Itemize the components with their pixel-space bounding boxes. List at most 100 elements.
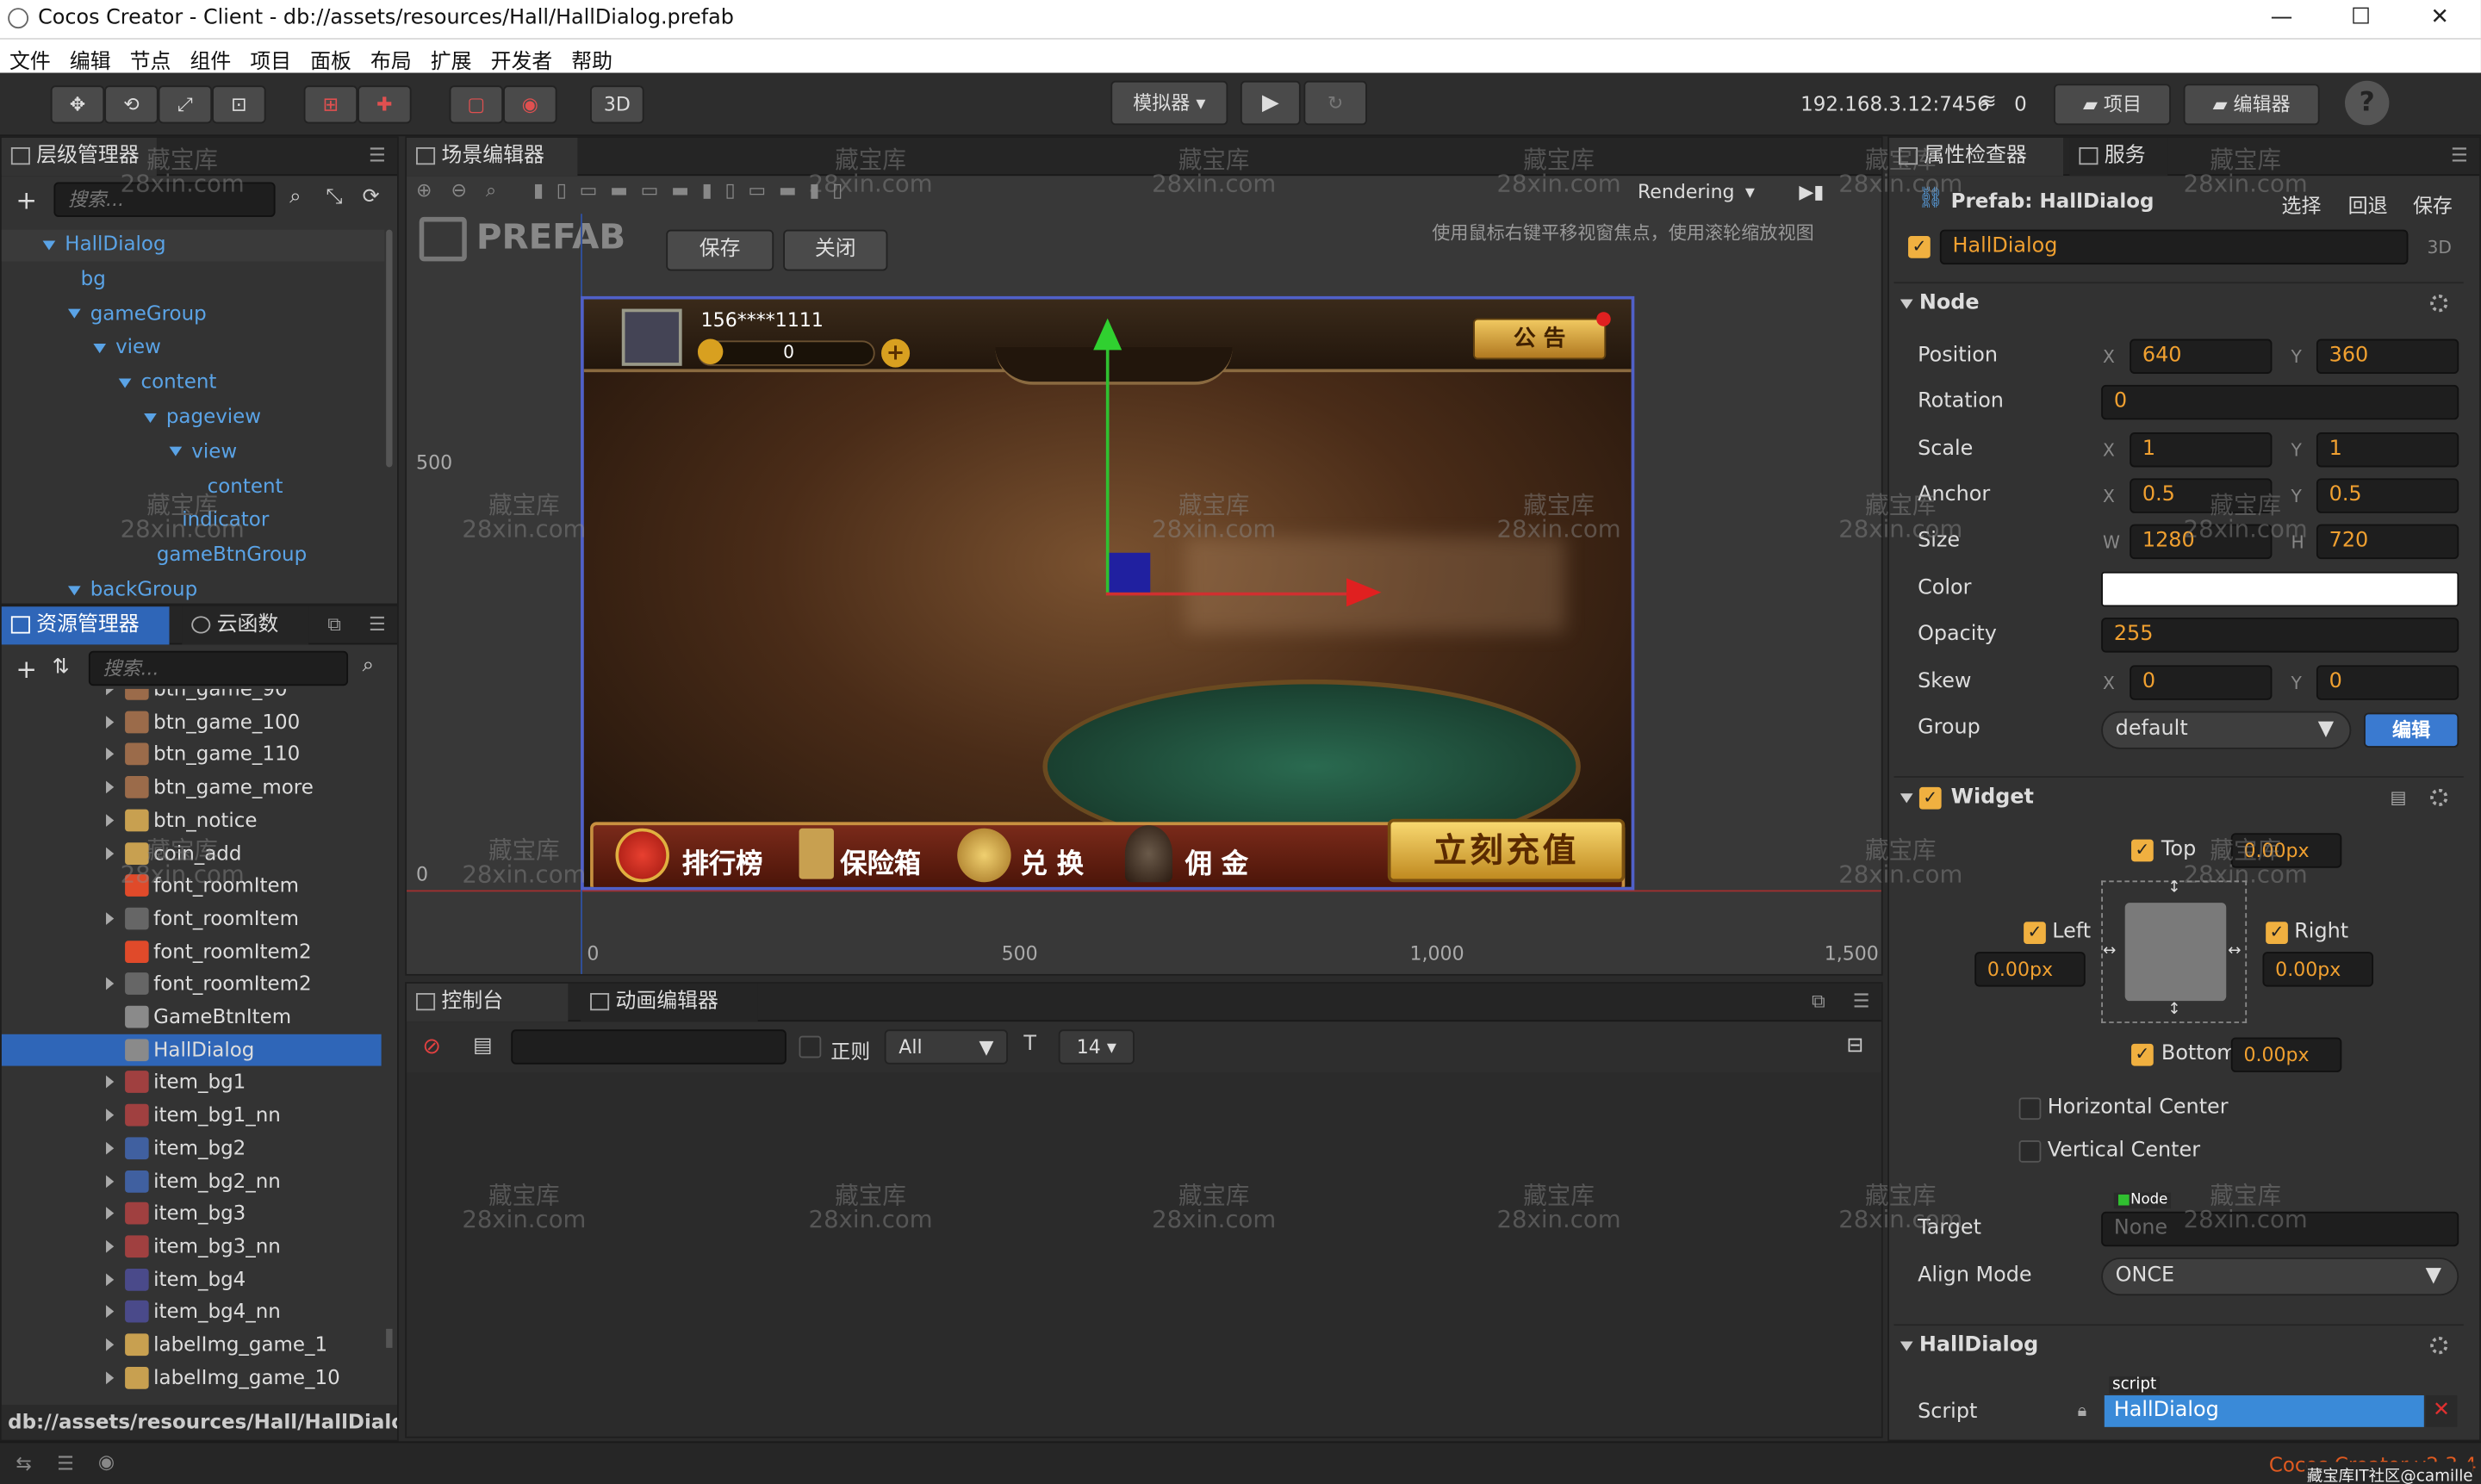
menu-developer[interactable]: 开发者 [482, 40, 563, 75]
recharge-button[interactable]: 立刻充值 [1387, 818, 1626, 883]
sync-icon[interactable]: ⇆ [16, 1452, 31, 1475]
script-asset-field[interactable]: HallDialog [2104, 1395, 2424, 1427]
exchange-button[interactable]: 兑 换 [1021, 841, 1084, 881]
tab-hierarchy[interactable]: 层级管理器 [1, 137, 157, 177]
size-height-input[interactable]: 720 [2316, 524, 2459, 560]
group-select[interactable]: default ▼ [2101, 711, 2352, 749]
horizontal-center-checkbox[interactable] [2018, 1097, 2042, 1121]
assets-scrollbar[interactable] [386, 1328, 393, 1348]
skew-x-input[interactable]: 0 [2130, 665, 2273, 700]
eye-icon[interactable]: ◉ [98, 1450, 115, 1473]
local-icon[interactable]: ✚ [358, 85, 412, 124]
menu-panel[interactable]: 面板 [301, 40, 361, 75]
panel-menu-icon[interactable]: ☰ [369, 144, 386, 166]
node-section-header[interactable]: Node [1893, 282, 2464, 323]
simulator-select[interactable]: 模拟器 ▾ [1110, 80, 1228, 126]
menu-edit[interactable]: 编辑 [60, 40, 121, 75]
anchor-y-input[interactable]: 0.5 [2316, 478, 2459, 513]
tree-node[interactable]: content [118, 369, 216, 393]
scale-y-input[interactable]: 1 [2316, 432, 2459, 468]
expand-arrow-icon[interactable] [106, 846, 115, 860]
expand-arrow-icon[interactable] [106, 1305, 115, 1319]
expand-arrow-icon[interactable] [106, 978, 115, 990]
console-output[interactable] [407, 1071, 1881, 1437]
expand-arrow-icon[interactable] [106, 1338, 115, 1351]
tab-assets[interactable]: 资源管理器 [1, 606, 170, 645]
expand-arrow-icon[interactable] [106, 1076, 115, 1090]
asset-item[interactable]: item_bg3_nn [2, 1231, 382, 1263]
expand-arrow-icon[interactable] [106, 912, 115, 925]
tree-node[interactable]: view [93, 335, 161, 358]
scale-x-input[interactable]: 1 [2130, 432, 2273, 468]
asset-item[interactable]: font_roomItem2 [2, 968, 382, 1000]
database-icon[interactable]: ☰ [57, 1452, 74, 1475]
prefab-link-icon[interactable]: ⛓ [1918, 187, 1943, 211]
expand-arrow-icon[interactable] [106, 1108, 115, 1122]
menu-layout[interactable]: 布局 [361, 40, 421, 75]
skew-y-input[interactable]: 0 [2316, 665, 2459, 700]
help-button[interactable]: ? [2344, 80, 2390, 126]
panel-menu-icon[interactable]: ☰ [369, 613, 386, 636]
widget-left-input[interactable]: 0.00px [1974, 952, 2086, 987]
gizmo-x-axis[interactable] [1105, 592, 1347, 596]
node-name-input[interactable]: HallDialog [1939, 229, 2409, 265]
move-tool-icon[interactable]: ✥ [50, 85, 105, 124]
panel-menu-icon[interactable]: ☰ [2451, 144, 2468, 166]
tab-console[interactable]: 控制台 [407, 983, 569, 1022]
asset-item[interactable]: btn_notice [2, 804, 382, 836]
refresh-icon[interactable]: ⟳ [363, 185, 380, 209]
tab-services[interactable]: 服务 [2069, 137, 2168, 177]
rendering-select[interactable]: Rendering [1638, 181, 1735, 203]
tree-node[interactable]: bg [81, 266, 106, 290]
tree-node[interactable]: content [208, 473, 283, 497]
menu-node[interactable]: 节点 [121, 40, 181, 75]
sort-icon[interactable]: ⇅ [53, 655, 70, 680]
panel-menu-icon[interactable]: ☰ [1853, 990, 1870, 1012]
expand-arrow-icon[interactable] [106, 1370, 115, 1384]
tree-node[interactable]: view [169, 438, 237, 463]
camera-icon[interactable]: ▶▮ [1799, 181, 1824, 203]
expand-arrow-icon[interactable] [169, 447, 183, 457]
prefab-select-button[interactable]: 选择 [2282, 189, 2322, 219]
add-asset-icon[interactable]: + [16, 654, 37, 684]
widget-left-checkbox[interactable]: ✓ [2024, 922, 2046, 944]
notice-button[interactable]: 公 告 [1472, 318, 1607, 360]
tree-node[interactable]: gameBtnGroup [157, 542, 307, 566]
rotation-input[interactable]: 0 [2101, 384, 2459, 420]
size-width-input[interactable]: 1280 [2130, 524, 2273, 560]
clear-icon[interactable]: ⊘ [422, 1034, 441, 1059]
menu-extension[interactable]: 扩展 [421, 40, 482, 75]
safe-button[interactable]: 保险箱 [840, 841, 921, 881]
widget-bottom-input[interactable]: 0.00px [2230, 1037, 2342, 1072]
tree-node[interactable]: gameGroup [67, 301, 207, 324]
expand-arrow-icon[interactable] [67, 308, 81, 319]
refresh-button[interactable]: ↻ [1303, 80, 1367, 126]
asset-item[interactable]: item_bg4 [2, 1264, 382, 1295]
tab-cloud-functions[interactable]: 云函数 [182, 606, 309, 645]
group-edit-button[interactable]: 编辑 [2364, 712, 2459, 748]
prefab-revert-button[interactable]: 回退 [2348, 189, 2388, 219]
minimize-button[interactable]: — [2243, 0, 2319, 38]
expand-arrow-icon[interactable] [106, 748, 115, 761]
expand-arrow-icon[interactable] [106, 1239, 115, 1253]
tree-node[interactable]: backGroup [67, 576, 197, 600]
asset-item[interactable]: labelImg_game_1 [2, 1329, 382, 1361]
expand-arrow-icon[interactable] [67, 585, 81, 595]
zoom-in-icon[interactable]: ⊕ [416, 179, 432, 202]
expand-arrow-icon[interactable] [106, 1174, 115, 1188]
snap-icon[interactable]: ▢ [449, 85, 504, 124]
menu-file[interactable]: 文件 [0, 40, 60, 75]
asset-item[interactable]: labelImg_game_10 [2, 1362, 382, 1394]
asset-item[interactable]: GameBtnItem [2, 1001, 382, 1033]
expand-arrow-icon[interactable] [118, 377, 132, 388]
asset-item[interactable]: font_roomItem [2, 870, 382, 902]
widget-top-input[interactable]: 0.00px [2230, 833, 2342, 868]
color-swatch[interactable] [2101, 571, 2459, 607]
search-icon[interactable]: ⌕ [363, 654, 374, 678]
remove-script-icon[interactable]: ✕ [2425, 1395, 2458, 1427]
expand-arrow-icon[interactable] [42, 239, 56, 250]
commission-button[interactable]: 佣 金 [1185, 841, 1248, 881]
expand-arrow-icon[interactable] [106, 715, 115, 729]
asset-item[interactable]: btn_game_90 [2, 688, 382, 705]
widget-section-header[interactable]: ✓ Widget ▤ [1893, 776, 2464, 817]
